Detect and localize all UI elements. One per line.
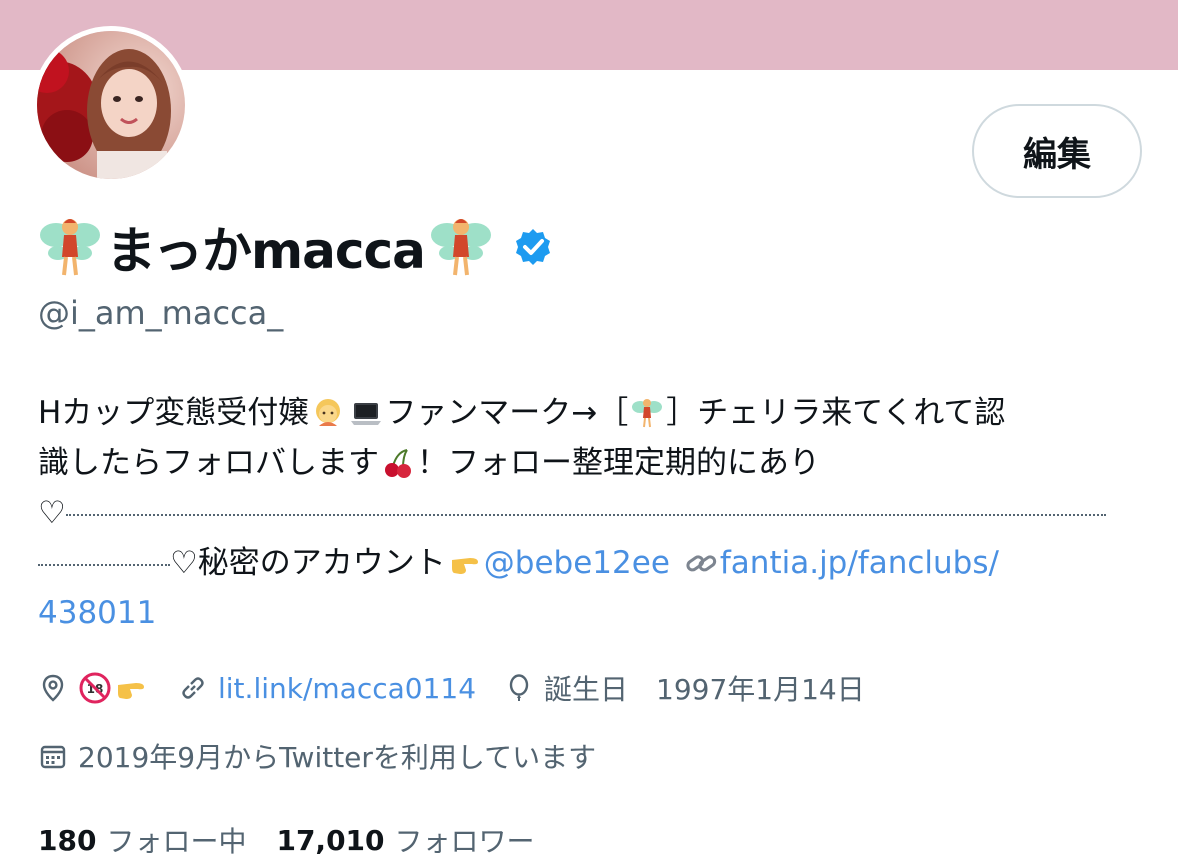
avatar[interactable]: [32, 26, 190, 184]
bio-text: 秘密のアカウント: [197, 545, 446, 581]
profile-bio: Hカップ変態受付嬢 ファンマーク→［ ］チェリラ来てくれて認 識したらフォロバし…: [38, 388, 1106, 638]
dotted-divider: [65, 514, 1106, 516]
bio-text: ！フォロー整理定期的にあり: [417, 445, 820, 481]
joined-text: 2019年9月からTwitterを利用しています: [78, 741, 597, 774]
followers-count[interactable]: 17,010: [276, 824, 384, 857]
bio-text: ］チェリラ来てくれて認: [666, 395, 1006, 431]
website[interactable]: lit.link/macca0114: [178, 672, 476, 705]
cherry-emoji-icon: [385, 449, 411, 478]
display-name-row: まっかmacca: [38, 212, 553, 282]
calendar-icon: [40, 745, 66, 769]
birthday-label: 誕生日: [544, 673, 629, 706]
fairy-emoji-icon: [430, 219, 491, 276]
profile-meta-row: 18 lit.link/macca0114 誕生日 1997年1月14日: [38, 666, 893, 710]
fantia-link[interactable]: 438011: [38, 588, 156, 638]
following-count[interactable]: 180: [38, 824, 96, 857]
display-name: まっかmacca: [106, 222, 426, 280]
birthday: 誕生日 1997年1月14日: [504, 668, 865, 708]
location-pin-icon: [42, 674, 64, 702]
follow-stats: 180 フォロー中 17,010 フォロワー: [38, 818, 565, 862]
bio-text: ファンマーク→［: [385, 395, 629, 431]
profile-banner[interactable]: [0, 0, 1178, 70]
username-handle: @i_am_macca_: [38, 294, 284, 332]
laptop-emoji-icon: [351, 403, 382, 425]
dotted-divider: [38, 564, 170, 566]
no-under-18-emoji-icon: 18: [79, 672, 111, 704]
bio-text: Hカップ変態受付嬢: [38, 395, 310, 431]
website-link[interactable]: lit.link/macca0114: [218, 672, 476, 705]
pointing-hand-emoji-icon: [451, 558, 478, 574]
link-emoji-icon: [686, 555, 717, 572]
following-label[interactable]: フォロー中: [106, 820, 246, 860]
mention-link[interactable]: @bebe12ee: [484, 538, 670, 588]
heart-symbol: ♡: [38, 495, 66, 531]
location: 18: [38, 671, 150, 705]
followers-label[interactable]: フォロワー: [395, 820, 535, 860]
fairy-emoji-icon: [632, 399, 663, 428]
fantia-link[interactable]: fantia.jp/fanclubs/: [720, 538, 999, 588]
balloon-icon: [509, 674, 529, 701]
pointing-hand-emoji-icon: [118, 683, 144, 699]
bio-text: 識したらフォロバします: [38, 445, 379, 481]
verified-badge-icon[interactable]: [513, 227, 553, 267]
edit-profile-button[interactable]: 編集: [972, 104, 1142, 198]
heart-symbol: ♡: [170, 545, 198, 581]
link-icon: [182, 677, 204, 699]
joined-date: 2019年9月からTwitterを利用しています: [38, 734, 596, 778]
woman-emoji-icon: [316, 399, 341, 426]
fairy-emoji-icon: [40, 219, 100, 276]
birthday-date: 1997年1月14日: [656, 673, 865, 706]
